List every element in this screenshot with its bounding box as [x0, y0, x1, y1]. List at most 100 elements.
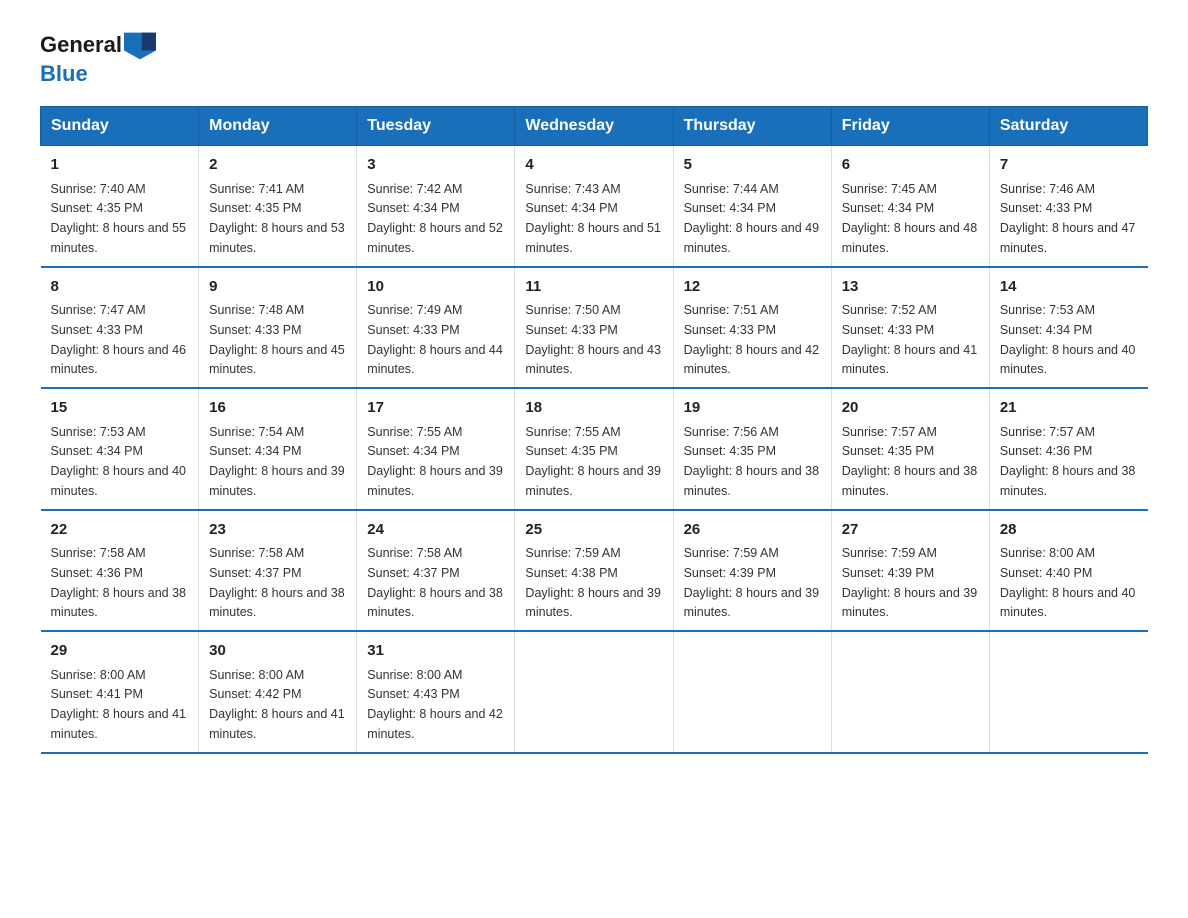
- day-cell: 11Sunrise: 7:50 AMSunset: 4:33 PMDayligh…: [515, 267, 673, 389]
- day-header-saturday: Saturday: [989, 107, 1147, 146]
- day-number: 28: [1000, 519, 1138, 542]
- daylight-info: Daylight: 8 hours and 53 minutes.: [209, 221, 345, 255]
- day-header-monday: Monday: [199, 107, 357, 146]
- day-cell: [831, 631, 989, 753]
- sunrise-info: Sunrise: 7:54 AM: [209, 425, 304, 439]
- sunrise-info: Sunrise: 8:00 AM: [367, 668, 462, 682]
- day-number: 11: [525, 276, 662, 299]
- sunrise-info: Sunrise: 8:00 AM: [209, 668, 304, 682]
- sunset-info: Sunset: 4:36 PM: [1000, 444, 1092, 458]
- day-cell: [673, 631, 831, 753]
- day-number: 16: [209, 397, 346, 420]
- sunset-info: Sunset: 4:37 PM: [209, 566, 301, 580]
- sunset-info: Sunset: 4:33 PM: [684, 323, 776, 337]
- sunset-info: Sunset: 4:33 PM: [51, 323, 143, 337]
- daylight-info: Daylight: 8 hours and 39 minutes.: [684, 586, 820, 620]
- sunset-info: Sunset: 4:35 PM: [684, 444, 776, 458]
- day-cell: 3Sunrise: 7:42 AMSunset: 4:34 PMDaylight…: [357, 146, 515, 267]
- daylight-info: Daylight: 8 hours and 40 minutes.: [51, 464, 187, 498]
- day-number: 8: [51, 276, 189, 299]
- day-cell: 1Sunrise: 7:40 AMSunset: 4:35 PMDaylight…: [41, 146, 199, 267]
- daylight-info: Daylight: 8 hours and 43 minutes.: [525, 343, 661, 377]
- day-number: 31: [367, 640, 504, 663]
- day-cell: 20Sunrise: 7:57 AMSunset: 4:35 PMDayligh…: [831, 388, 989, 510]
- calendar-body: 1Sunrise: 7:40 AMSunset: 4:35 PMDaylight…: [41, 146, 1148, 753]
- logo-blue: Blue: [40, 61, 88, 86]
- sunrise-info: Sunrise: 7:52 AM: [842, 303, 937, 317]
- daylight-info: Daylight: 8 hours and 39 minutes.: [367, 464, 503, 498]
- sunrise-info: Sunrise: 7:57 AM: [842, 425, 937, 439]
- daylight-info: Daylight: 8 hours and 45 minutes.: [209, 343, 345, 377]
- sunset-info: Sunset: 4:33 PM: [842, 323, 934, 337]
- sunrise-info: Sunrise: 7:53 AM: [51, 425, 146, 439]
- sunset-info: Sunset: 4:34 PM: [209, 444, 301, 458]
- week-row-4: 22Sunrise: 7:58 AMSunset: 4:36 PMDayligh…: [41, 510, 1148, 632]
- sunset-info: Sunset: 4:39 PM: [684, 566, 776, 580]
- daylight-info: Daylight: 8 hours and 38 minutes.: [684, 464, 820, 498]
- day-number: 1: [51, 154, 189, 177]
- day-number: 22: [51, 519, 189, 542]
- logo-icon: [124, 30, 156, 62]
- daylight-info: Daylight: 8 hours and 38 minutes.: [842, 464, 978, 498]
- day-number: 27: [842, 519, 979, 542]
- daylight-info: Daylight: 8 hours and 41 minutes.: [209, 707, 345, 741]
- day-cell: 31 Sunrise: 8:00 AM Sunset: 4:43 PM Dayligh…: [357, 631, 515, 753]
- day-cell: 16Sunrise: 7:54 AMSunset: 4:34 PMDayligh…: [199, 388, 357, 510]
- day-number: 10: [367, 276, 504, 299]
- day-header-sunday: Sunday: [41, 107, 199, 146]
- sunset-info: Sunset: 4:33 PM: [367, 323, 459, 337]
- sunrise-info: Sunrise: 7:48 AM: [209, 303, 304, 317]
- week-row-5: 29Sunrise: 8:00 AMSunset: 4:41 PMDayligh…: [41, 631, 1148, 753]
- logo: General Blue: [40, 30, 156, 86]
- daylight-info: Daylight: 8 hours and 39 minutes.: [525, 464, 661, 498]
- day-number: 3: [367, 154, 504, 177]
- daylight-info: Daylight: 8 hours and 38 minutes.: [1000, 464, 1136, 498]
- sunset-info: Sunset: 4:37 PM: [367, 566, 459, 580]
- sunset-info: Sunset: 4:42 PM: [209, 687, 301, 701]
- day-number: 9: [209, 276, 346, 299]
- daylight-info: Daylight: 8 hours and 38 minutes.: [51, 586, 187, 620]
- day-header-tuesday: Tuesday: [357, 107, 515, 146]
- sunrise-info: Sunrise: 7:41 AM: [209, 182, 304, 196]
- day-number: 26: [684, 519, 821, 542]
- day-header-wednesday: Wednesday: [515, 107, 673, 146]
- week-row-1: 1Sunrise: 7:40 AMSunset: 4:35 PMDaylight…: [41, 146, 1148, 267]
- sunset-info: Sunset: 4:35 PM: [209, 201, 301, 215]
- calendar-header: SundayMondayTuesdayWednesdayThursdayFrid…: [41, 107, 1148, 146]
- day-cell: 17Sunrise: 7:55 AMSunset: 4:34 PMDayligh…: [357, 388, 515, 510]
- day-cell: 2Sunrise: 7:41 AMSunset: 4:35 PMDaylight…: [199, 146, 357, 267]
- sunrise-info: Sunrise: 7:58 AM: [209, 546, 304, 560]
- sunrise-info: Sunrise: 7:51 AM: [684, 303, 779, 317]
- daylight-info: Daylight: 8 hours and 40 minutes.: [1000, 343, 1136, 377]
- daylight-info: Daylight: 8 hours and 47 minutes.: [1000, 221, 1136, 255]
- sunrise-info: Sunrise: 7:59 AM: [684, 546, 779, 560]
- sunrise-info: Sunrise: 7:44 AM: [684, 182, 779, 196]
- daylight-info: Daylight: 8 hours and 42 minutes.: [367, 707, 503, 741]
- sunset-info: Sunset: 4:43 PM: [367, 687, 459, 701]
- sunset-info: Sunset: 4:34 PM: [525, 201, 617, 215]
- daylight-info: Daylight: 8 hours and 39 minutes.: [525, 586, 661, 620]
- day-number: 13: [842, 276, 979, 299]
- day-cell: 13Sunrise: 7:52 AMSunset: 4:33 PMDayligh…: [831, 267, 989, 389]
- daylight-info: Daylight: 8 hours and 39 minutes.: [842, 586, 978, 620]
- day-number: 25: [525, 519, 662, 542]
- sunset-info: Sunset: 4:40 PM: [1000, 566, 1092, 580]
- calendar-table: SundayMondayTuesdayWednesdayThursdayFrid…: [40, 106, 1148, 754]
- sunrise-info: Sunrise: 7:43 AM: [525, 182, 620, 196]
- day-cell: 19Sunrise: 7:56 AMSunset: 4:35 PMDayligh…: [673, 388, 831, 510]
- day-cell: 24Sunrise: 7:58 AMSunset: 4:37 PMDayligh…: [357, 510, 515, 632]
- day-cell: 25Sunrise: 7:59 AMSunset: 4:38 PMDayligh…: [515, 510, 673, 632]
- day-cell: 26 Sunrise: 7:59 AM Sunset: 4:39 PM Dayligh…: [673, 510, 831, 632]
- daylight-info: Daylight: 8 hours and 41 minutes.: [51, 707, 187, 741]
- day-number: 7: [1000, 154, 1138, 177]
- sunset-info: Sunset: 4:34 PM: [1000, 323, 1092, 337]
- day-cell: 7Sunrise: 7:46 AMSunset: 4:33 PMDaylight…: [989, 146, 1147, 267]
- day-number: 6: [842, 154, 979, 177]
- sunrise-info: Sunrise: 7:57 AM: [1000, 425, 1095, 439]
- daylight-info: Daylight: 8 hours and 55 minutes.: [51, 221, 187, 255]
- sunset-info: Sunset: 4:33 PM: [209, 323, 301, 337]
- sunset-info: Sunset: 4:39 PM: [842, 566, 934, 580]
- daylight-info: Daylight: 8 hours and 40 minutes.: [1000, 586, 1136, 620]
- sunset-info: Sunset: 4:38 PM: [525, 566, 617, 580]
- day-cell: 4Sunrise: 7:43 AMSunset: 4:34 PMDaylight…: [515, 146, 673, 267]
